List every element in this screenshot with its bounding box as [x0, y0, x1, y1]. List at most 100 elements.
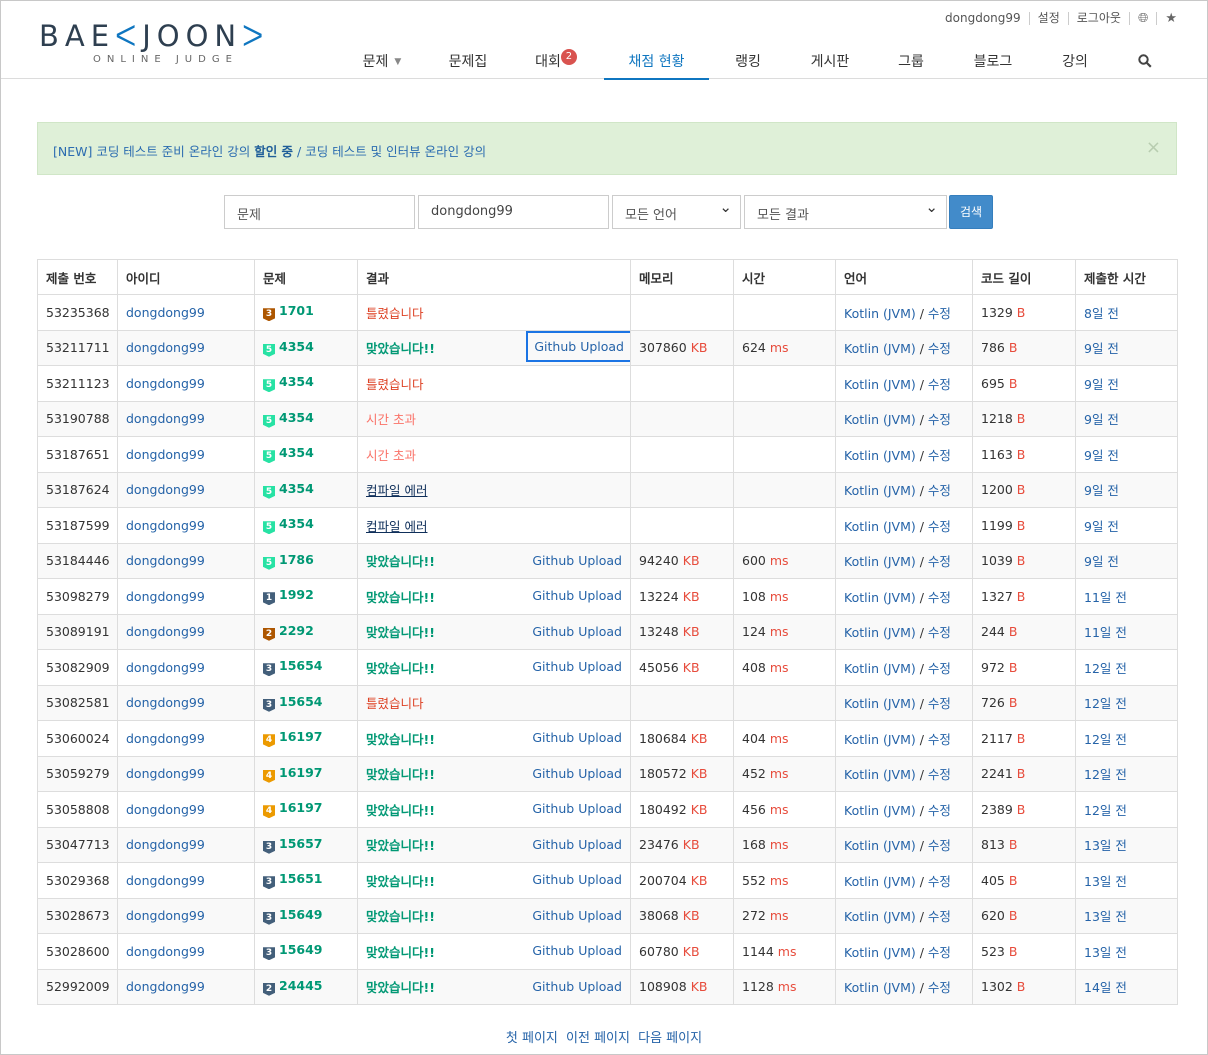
nav-group[interactable]: 그룹	[873, 47, 949, 80]
edit-link[interactable]: 수정	[928, 980, 951, 995]
language-link[interactable]: Kotlin (JVM)	[844, 767, 916, 782]
submitted-time-cell[interactable]: 12일 전	[1075, 649, 1178, 686]
user-id-link[interactable]: dongdong99	[117, 720, 255, 757]
edit-link[interactable]: 수정	[928, 696, 951, 711]
edit-link[interactable]: 수정	[928, 767, 951, 782]
user-id-link[interactable]: dongdong99	[117, 968, 255, 1005]
edit-link[interactable]: 수정	[928, 732, 951, 747]
problem-link[interactable]: 3 15654	[254, 649, 358, 686]
github-upload-link[interactable]: Github Upload	[532, 588, 622, 603]
problem-link[interactable]: 3 15649	[254, 897, 358, 934]
edit-link[interactable]: 수정	[928, 448, 951, 463]
language-link[interactable]: Kotlin (JVM)	[844, 377, 916, 392]
problem-link[interactable]: 5 4354	[254, 507, 358, 544]
problem-link[interactable]: 2 24445	[254, 968, 358, 1005]
github-upload-link[interactable]: Github Upload	[526, 330, 630, 362]
user-id-link[interactable]: dongdong99	[117, 542, 255, 579]
edit-link[interactable]: 수정	[928, 519, 951, 534]
language-link[interactable]: Kotlin (JVM)	[844, 945, 916, 960]
github-upload-link[interactable]: Github Upload	[532, 659, 622, 674]
submitted-time-cell[interactable]: 9일 전	[1075, 365, 1178, 402]
nav-contest[interactable]: 대회 2	[518, 47, 578, 80]
user-id-link[interactable]: dongdong99	[117, 791, 255, 828]
github-upload-link[interactable]: Github Upload	[532, 624, 622, 639]
edit-link[interactable]: 수정	[928, 590, 951, 605]
problem-link[interactable]: 5 4354	[254, 400, 358, 437]
problem-link[interactable]: 3 1701	[254, 294, 358, 331]
submitted-time-cell[interactable]: 11일 전	[1075, 578, 1178, 615]
logout-link[interactable]: 로그아웃	[1069, 12, 1130, 25]
language-link[interactable]: Kotlin (JVM)	[844, 803, 916, 818]
user-id-link[interactable]: dongdong99	[117, 897, 255, 934]
problem-link[interactable]: 3 15651	[254, 862, 358, 899]
edit-link[interactable]: 수정	[928, 945, 951, 960]
problem-link[interactable]: 3 15654	[254, 684, 358, 721]
user-id-link[interactable]: dongdong99	[117, 329, 255, 366]
result-text[interactable]: 컴파일 에러	[366, 483, 427, 498]
nav-status[interactable]: 채점 현황	[604, 47, 709, 80]
github-upload-link[interactable]: Github Upload	[532, 801, 622, 816]
submitted-time-cell[interactable]: 12일 전	[1075, 755, 1178, 792]
user-id-link[interactable]: dongdong99	[117, 862, 255, 899]
github-upload-link[interactable]: Github Upload	[532, 553, 622, 568]
nav-blog[interactable]: 블로그	[949, 47, 1037, 80]
star-icon[interactable]: ★	[1157, 12, 1177, 25]
problem-link[interactable]: 2 2292	[254, 613, 358, 650]
user-id-link[interactable]: dongdong99	[117, 933, 255, 970]
submitted-time-cell[interactable]: 9일 전	[1075, 507, 1178, 544]
edit-link[interactable]: 수정	[928, 625, 951, 640]
problem-link[interactable]: 3 15649	[254, 933, 358, 970]
user-search-input[interactable]: dongdong99	[418, 195, 609, 229]
submitted-time-cell[interactable]: 12일 전	[1075, 791, 1178, 828]
search-icon[interactable]	[1113, 47, 1177, 80]
user-id-link[interactable]: dongdong99	[117, 578, 255, 615]
edit-link[interactable]: 수정	[928, 661, 951, 676]
problem-link[interactable]: 5 1786	[254, 542, 358, 579]
problem-link[interactable]: 3 15657	[254, 826, 358, 863]
submitted-time-cell[interactable]: 9일 전	[1075, 542, 1178, 579]
user-id-link[interactable]: dongdong99	[117, 507, 255, 544]
language-link[interactable]: Kotlin (JVM)	[844, 554, 916, 569]
edit-link[interactable]: 수정	[928, 554, 951, 569]
language-link[interactable]: Kotlin (JVM)	[844, 590, 916, 605]
username-link[interactable]: dongdong99	[937, 12, 1030, 25]
nav-problems[interactable]: 문제 ▼	[346, 47, 418, 80]
user-id-link[interactable]: dongdong99	[117, 400, 255, 437]
user-id-link[interactable]: dongdong99	[117, 649, 255, 686]
problem-link[interactable]: 5 4354	[254, 436, 358, 473]
user-id-link[interactable]: dongdong99	[117, 613, 255, 650]
submitted-time-cell[interactable]: 11일 전	[1075, 613, 1178, 650]
nav-ranking[interactable]: 랭킹	[709, 47, 787, 80]
submitted-time-cell[interactable]: 9일 전	[1075, 329, 1178, 366]
globe-icon[interactable]: 🌐︎	[1130, 12, 1158, 25]
submitted-time-cell[interactable]: 13일 전	[1075, 897, 1178, 934]
language-select[interactable]: 모든 언어	[612, 195, 741, 229]
edit-link[interactable]: 수정	[928, 838, 951, 853]
language-link[interactable]: Kotlin (JVM)	[844, 732, 916, 747]
result-select[interactable]: 모든 결과	[744, 195, 947, 229]
edit-link[interactable]: 수정	[928, 909, 951, 924]
problem-link[interactable]: 4 16197	[254, 720, 358, 757]
problem-link[interactable]: 5 4354	[254, 329, 358, 366]
language-link[interactable]: Kotlin (JVM)	[844, 483, 916, 498]
user-id-link[interactable]: dongdong99	[117, 826, 255, 863]
nav-lecture[interactable]: 강의	[1037, 47, 1113, 80]
search-button[interactable]: 검색	[949, 195, 993, 229]
problem-link[interactable]: 4 16197	[254, 755, 358, 792]
user-id-link[interactable]: dongdong99	[117, 684, 255, 721]
nav-board[interactable]: 게시판	[787, 47, 873, 80]
edit-link[interactable]: 수정	[928, 341, 951, 356]
github-upload-link[interactable]: Github Upload	[532, 979, 622, 994]
first-page-link[interactable]: 첫 페이지	[506, 1031, 558, 1046]
language-link[interactable]: Kotlin (JVM)	[844, 625, 916, 640]
github-upload-link[interactable]: Github Upload	[532, 943, 622, 958]
language-link[interactable]: Kotlin (JVM)	[844, 341, 916, 356]
language-link[interactable]: Kotlin (JVM)	[844, 519, 916, 534]
github-upload-link[interactable]: Github Upload	[532, 837, 622, 852]
language-link[interactable]: Kotlin (JVM)	[844, 661, 916, 676]
language-link[interactable]: Kotlin (JVM)	[844, 838, 916, 853]
problem-search-input[interactable]: 문제	[224, 195, 415, 229]
language-link[interactable]: Kotlin (JVM)	[844, 874, 916, 889]
language-link[interactable]: Kotlin (JVM)	[844, 980, 916, 995]
submitted-time-cell[interactable]: 13일 전	[1075, 933, 1178, 970]
